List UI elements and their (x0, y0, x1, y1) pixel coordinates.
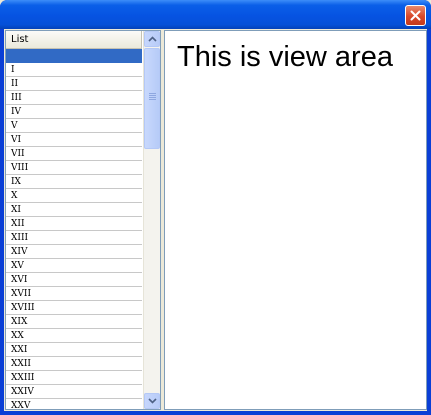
list-item[interactable]: XIV (6, 245, 142, 259)
list-item[interactable]: I (6, 63, 142, 77)
list-item[interactable]: XII (6, 217, 142, 231)
list-panel: List I II III IV V VI VII VIII IX X XI XII XIII XIV XV… (5, 30, 161, 410)
thumb-grip-line (149, 99, 156, 100)
list-scrollbar[interactable] (143, 31, 160, 409)
thumb-grip-line (149, 95, 156, 96)
scroll-thumb[interactable] (144, 48, 160, 149)
list-item[interactable]: IX (6, 175, 142, 189)
chevron-down-icon (147, 398, 157, 404)
title-bar[interactable] (0, 0, 431, 29)
scroll-up-button[interactable] (144, 31, 160, 47)
list-item[interactable]: III (6, 91, 142, 105)
list-item[interactable]: VI (6, 133, 142, 147)
list-item[interactable]: XX (6, 329, 142, 343)
list-item[interactable]: XXI (6, 343, 142, 357)
app-window: List I II III IV V VI VII VIII IX X XI XII XIII XIV XV… (0, 0, 431, 415)
list-item[interactable]: XXV (6, 399, 142, 409)
list-item[interactable]: X (6, 189, 142, 203)
list-item[interactable]: IV (6, 105, 142, 119)
list-column-header[interactable]: List (6, 31, 142, 49)
close-button[interactable] (405, 5, 426, 26)
scroll-down-button[interactable] (144, 393, 160, 409)
thumb-grip-line (149, 93, 156, 94)
list-rows: I II III IV V VI VII VIII IX X XI XII XIII XIV XV XVI XV… (6, 49, 142, 409)
client-area: List I II III IV V VI VII VIII IX X XI XII XIII XIV XV… (4, 29, 427, 411)
list-item[interactable]: II (6, 77, 142, 91)
list-item[interactable]: XI (6, 203, 142, 217)
list-item[interactable]: V (6, 119, 142, 133)
chevron-up-icon (147, 36, 157, 42)
list-item[interactable]: XVI (6, 273, 142, 287)
list-item[interactable]: XVIII (6, 301, 142, 315)
view-area[interactable]: This is view area (164, 30, 427, 410)
list-item[interactable]: VII (6, 147, 142, 161)
thumb-grip-line (149, 97, 156, 98)
close-icon (410, 10, 421, 21)
list-item[interactable]: XXIII (6, 371, 142, 385)
list-item[interactable]: XIX (6, 315, 142, 329)
list-item[interactable]: XV (6, 259, 142, 273)
list-item[interactable] (6, 49, 142, 63)
list-item[interactable]: XVII (6, 287, 142, 301)
list-item[interactable]: XXIV (6, 385, 142, 399)
list-item[interactable]: VIII (6, 161, 142, 175)
list-item[interactable]: XIII (6, 231, 142, 245)
view-area-text: This is view area (177, 41, 393, 73)
list-item[interactable]: XXII (6, 357, 142, 371)
